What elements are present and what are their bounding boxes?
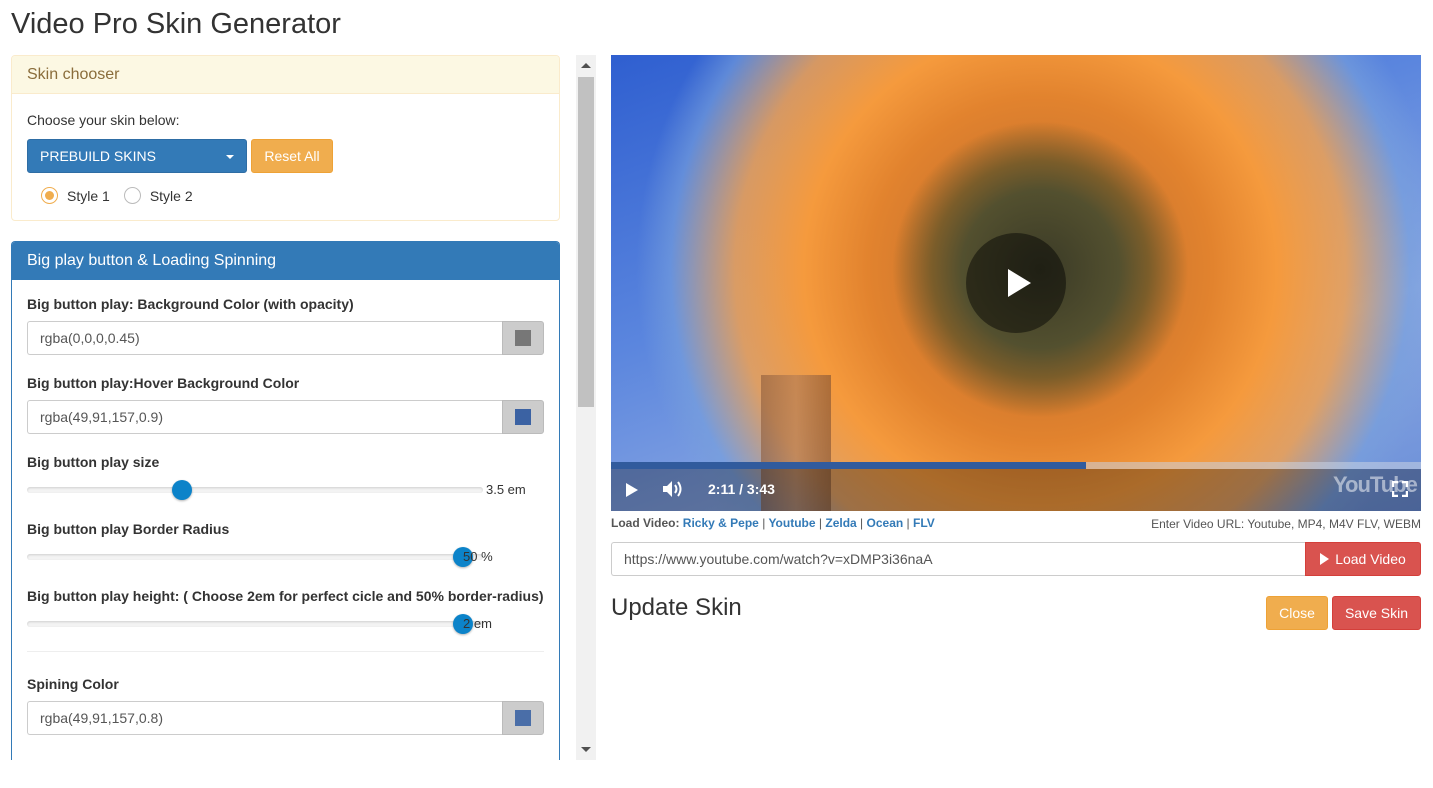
size-value: 3.5 em <box>486 482 526 497</box>
time-current: 2:11 <box>708 481 736 497</box>
spinning-color-input[interactable] <box>27 701 502 735</box>
spinning-color-picker[interactable] <box>502 701 544 735</box>
height-slider-track[interactable] <box>27 621 483 627</box>
spinning-color-label: Spining Color <box>27 676 119 692</box>
progress-fill <box>611 462 1086 469</box>
border-radius-slider-track[interactable] <box>27 554 483 560</box>
update-skin-title: Update Skin <box>611 594 742 621</box>
height-label: Big button play height: ( Choose 2em for… <box>27 588 544 604</box>
control-bar: 2:11 / 3:43 YouTube <box>611 469 1421 511</box>
size-label: Big button play size <box>27 454 160 470</box>
reset-all-button[interactable]: Reset All <box>251 139 333 173</box>
settings-scrollbar[interactable] <box>576 55 596 760</box>
skin-chooser-heading: Skin chooser <box>12 56 559 94</box>
hover-color-swatch <box>515 409 531 425</box>
caret-down-icon <box>226 155 234 159</box>
style-2-label: Style 2 <box>149 187 193 204</box>
height-slider[interactable]: 2 em <box>27 613 544 635</box>
border-radius-value: 50 % <box>463 549 493 564</box>
load-video-button[interactable]: Load Video <box>1305 542 1421 576</box>
link-youtube[interactable]: Youtube <box>768 516 815 530</box>
load-video-label: Load Video: <box>611 516 680 530</box>
save-skin-button[interactable]: Save Skin <box>1332 596 1421 630</box>
link-zelda[interactable]: Zelda <box>825 516 856 530</box>
hover-color-label: Big button play:Hover Background Color <box>27 375 300 391</box>
volume-icon[interactable] <box>661 479 685 499</box>
bg-color-input[interactable] <box>27 321 502 355</box>
style-1-label: Style 1 <box>67 187 110 204</box>
load-video-button-label: Load Video <box>1335 551 1406 567</box>
skin-chooser-panel: Skin chooser Choose your skin below: PRE… <box>11 55 560 221</box>
prebuild-skins-label: PREBUILD SKINS <box>40 148 156 164</box>
scroll-up-arrow-icon[interactable] <box>581 63 591 68</box>
divider <box>27 651 544 652</box>
size-slider-thumb[interactable] <box>172 480 192 500</box>
big-play-panel-heading: Big play button & Loading Spinning <box>12 242 559 280</box>
time-total: 3:43 <box>746 481 775 497</box>
url-hint: Enter Video URL: Youtube, MP4, M4V FLV, … <box>1151 517 1421 531</box>
style-1-radio[interactable] <box>41 187 58 204</box>
bg-color-label: Big button play: Background Color (with … <box>27 296 354 312</box>
prebuild-skins-dropdown[interactable]: PREBUILD SKINS <box>27 139 247 173</box>
choose-skin-label: Choose your skin below: <box>27 112 180 128</box>
link-flv[interactable]: FLV <box>913 516 935 530</box>
scroll-thumb[interactable] <box>578 77 594 407</box>
video-player[interactable]: 2:11 / 3:43 YouTube <box>611 55 1421 511</box>
time-separator: / <box>739 481 744 497</box>
link-ocean[interactable]: Ocean <box>867 516 904 530</box>
page-title: Video Pro Skin Generator <box>11 8 341 40</box>
load-video-links: Load Video: Ricky & Pepe | Youtube | Zel… <box>611 516 935 530</box>
big-play-button[interactable] <box>966 233 1066 333</box>
progress-bar[interactable] <box>611 462 1421 469</box>
url-row: Load Video <box>611 542 1421 576</box>
size-slider[interactable]: 3.5 em <box>27 479 544 501</box>
fullscreen-icon[interactable] <box>1392 481 1408 497</box>
play-icon <box>1320 553 1330 565</box>
video-url-input[interactable] <box>611 542 1305 576</box>
spinning-color-swatch <box>515 710 531 726</box>
bg-color-picker[interactable] <box>502 321 544 355</box>
bg-color-swatch <box>515 330 531 346</box>
play-icon[interactable] <box>626 483 638 497</box>
border-radius-slider[interactable]: 50 % <box>27 546 544 568</box>
link-ricky-pepe[interactable]: Ricky & Pepe <box>683 516 759 530</box>
time-display: 2:11 / 3:43 <box>708 481 775 497</box>
style-2-radio[interactable] <box>123 187 141 204</box>
height-value: 2 em <box>463 616 492 631</box>
big-play-icon <box>1007 269 1031 297</box>
close-button[interactable]: Close <box>1266 596 1328 630</box>
border-radius-label: Big button play Border Radius <box>27 521 230 537</box>
hover-color-picker[interactable] <box>502 400 544 434</box>
scroll-down-arrow-icon[interactable] <box>581 747 591 752</box>
big-play-panel: Big play button & Loading Spinning Big b… <box>11 241 560 760</box>
settings-column: Skin chooser Choose your skin below: PRE… <box>11 55 560 760</box>
size-slider-track[interactable] <box>27 487 483 493</box>
hover-color-input[interactable] <box>27 400 502 434</box>
